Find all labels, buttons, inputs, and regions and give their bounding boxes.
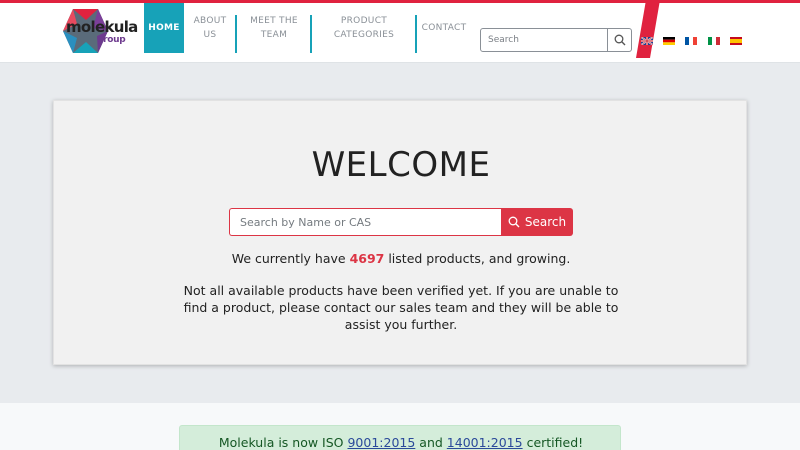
header-search — [480, 28, 632, 52]
nav-team-label-1: MEET THE — [250, 16, 298, 26]
verification-note: Not all available products have been ver… — [183, 283, 619, 332]
count-prefix: We currently have — [231, 251, 350, 266]
product-count-line: We currently have 4697 listed products, … — [54, 251, 748, 266]
nav-meet-the-team[interactable]: MEET THE TEAM — [237, 3, 311, 53]
iso-suffix: certified! — [522, 435, 584, 450]
iso-certification-banner: Molekula is now ISO 9001:2015 and 14001:… — [179, 425, 621, 450]
nav-team-label-2: TEAM — [260, 30, 288, 40]
iso-14001-link[interactable]: 14001:2015 — [447, 435, 523, 450]
site-header: molekula group HOME ABOUT US MEET THE TE… — [0, 0, 800, 63]
nav-categories-label-2: CATEGORIES — [333, 30, 395, 40]
logo-subtitle: group — [97, 35, 126, 45]
italy-flag-icon[interactable] — [708, 37, 720, 45]
france-flag-icon[interactable] — [685, 37, 697, 45]
iso-prefix: Molekula is now ISO — [218, 435, 348, 450]
nav-product-categories[interactable]: PRODUCT CATEGORIES — [312, 3, 416, 53]
product-search-button-label: Search — [524, 215, 567, 229]
nav-about-label-2: US — [203, 30, 217, 40]
nav-home[interactable]: HOME — [144, 3, 184, 53]
welcome-card: WELCOME Search We currently have 4697 li… — [53, 100, 747, 365]
header-search-button[interactable] — [607, 29, 631, 51]
iso-text: Molekula is now ISO 9001:2015 and 14001:… — [180, 435, 622, 450]
germany-flag-icon[interactable] — [663, 37, 675, 45]
iso-9001-link[interactable]: 9001:2015 — [347, 435, 415, 450]
nav-contact-label: CONTACT — [421, 23, 467, 33]
product-search-input[interactable] — [229, 208, 502, 236]
uk-flag-icon[interactable] — [641, 37, 653, 45]
search-icon — [508, 216, 520, 228]
product-search: Search — [229, 208, 573, 236]
product-count: 4697 — [349, 251, 385, 266]
nav-categories-label-1: PRODUCT — [340, 16, 388, 26]
molekula-logo[interactable]: molekula group — [53, 6, 138, 56]
product-search-button[interactable]: Search — [501, 208, 573, 236]
spain-flag-icon[interactable] — [730, 37, 742, 45]
count-suffix: listed products, and growing. — [384, 251, 571, 266]
nav-about-us[interactable]: ABOUT US — [184, 3, 236, 53]
header-search-input[interactable] — [481, 29, 608, 51]
search-icon — [614, 34, 625, 46]
iso-middle: and — [415, 435, 447, 450]
nav-contact[interactable]: CONTACT — [417, 3, 471, 53]
logo-wordmark: molekula — [66, 18, 138, 36]
nav-about-label-1: ABOUT — [193, 16, 227, 26]
nav-home-label: HOME — [148, 23, 180, 33]
welcome-title: WELCOME — [311, 145, 491, 185]
decorative-red-stripe — [636, 0, 660, 58]
